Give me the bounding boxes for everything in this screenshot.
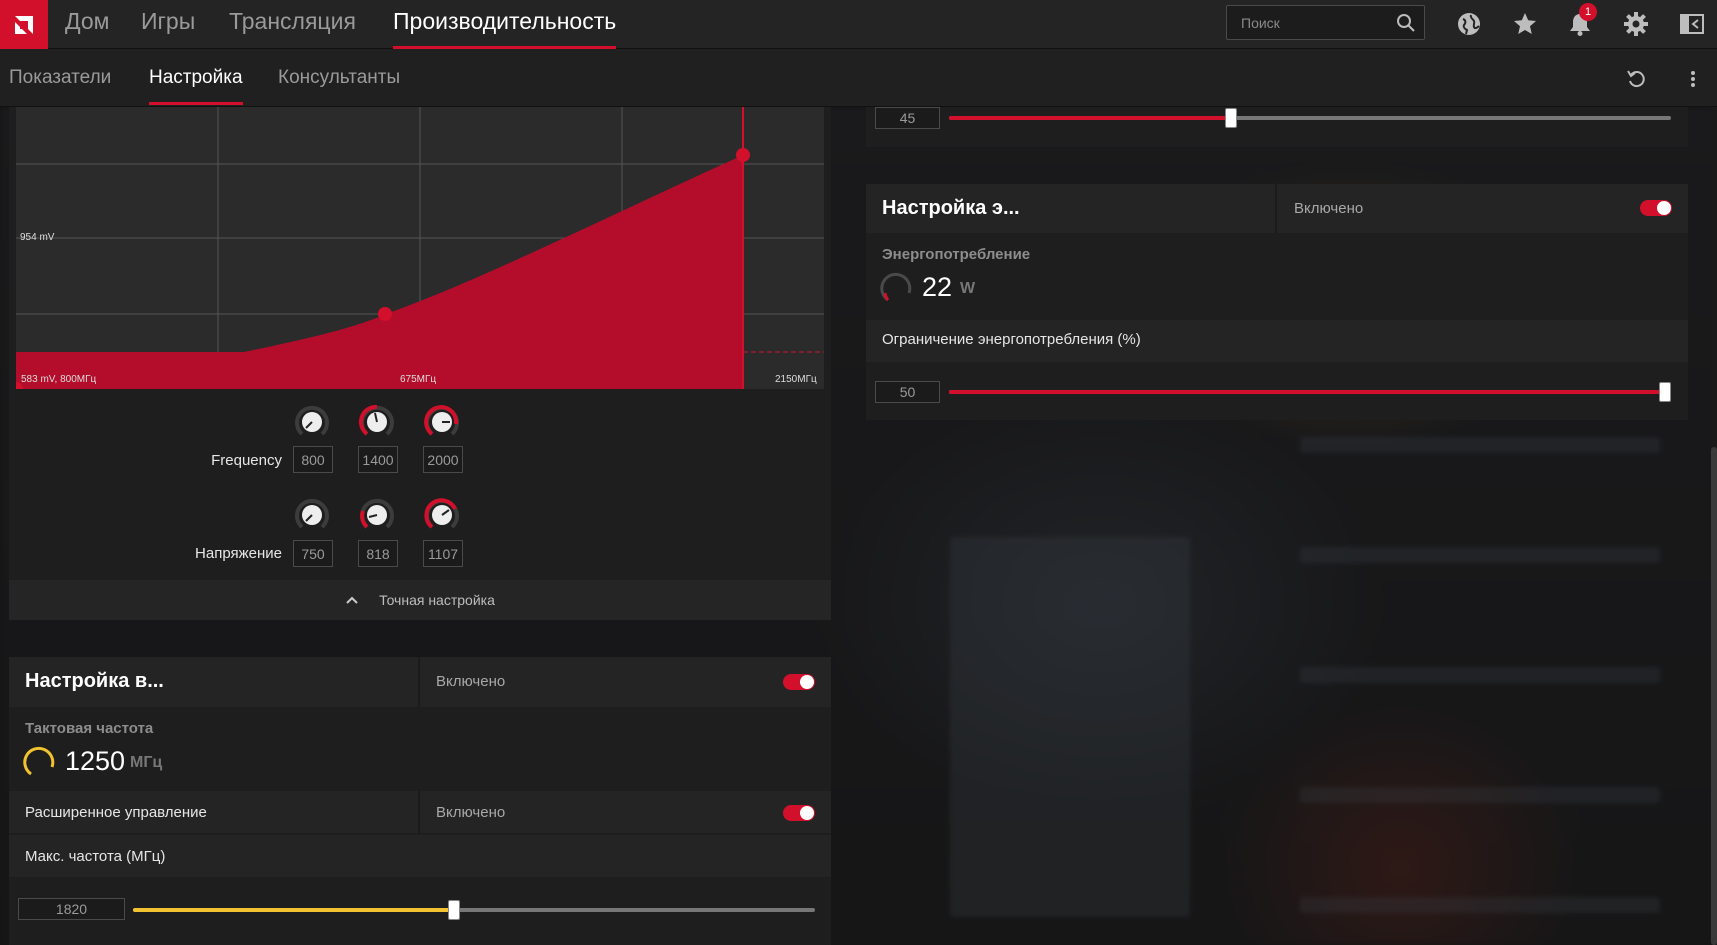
voltage-value-1[interactable]: 750 xyxy=(293,540,333,567)
frequency-knob-3[interactable] xyxy=(422,402,462,442)
scrollbar-thumb[interactable] xyxy=(1711,447,1717,945)
tab-performance[interactable]: Производительность xyxy=(393,8,617,49)
notification-badge: 1 xyxy=(1579,3,1597,21)
max-freq-input[interactable]: 1820 xyxy=(18,898,125,920)
vram-toggle[interactable] xyxy=(783,674,815,690)
curve-point[interactable] xyxy=(378,307,392,321)
y-axis-label: 954 mV xyxy=(20,232,55,243)
more-vertical-icon[interactable] xyxy=(1680,66,1706,92)
power-title: Настройка э... xyxy=(882,197,1020,219)
power-limit-slider-thumb[interactable] xyxy=(1659,382,1671,402)
vram-state: Включено xyxy=(436,673,506,690)
star-icon[interactable] xyxy=(1512,11,1538,37)
sidebar-toggle-icon[interactable] xyxy=(1679,11,1705,37)
power-toggle[interactable] xyxy=(1640,200,1672,216)
gear-icon[interactable] xyxy=(1623,11,1649,37)
power-state: Включено xyxy=(1294,200,1364,217)
power-limit-input[interactable]: 50 xyxy=(875,381,940,403)
power-tuning-panel: Настройка э... Включено Энергопотреблени… xyxy=(866,184,1688,420)
divider xyxy=(1275,184,1277,233)
scrollbar[interactable] xyxy=(1711,107,1717,945)
top-slider-input[interactable]: 45 xyxy=(875,107,940,129)
voltage-value-3[interactable]: 1107 xyxy=(423,540,463,567)
clock-gauge-icon xyxy=(23,746,55,776)
power-limit-label: Ограничение энергопотребления (%) xyxy=(882,331,1141,348)
curve-point[interactable] xyxy=(736,148,750,162)
search-placeholder: Поиск xyxy=(1241,15,1280,31)
frequency-value-2[interactable]: 1400 xyxy=(358,446,398,473)
advanced-label: Расширенное управление xyxy=(25,804,207,821)
chevron-up-icon xyxy=(346,596,358,604)
clock-unit: МГц xyxy=(130,754,163,771)
advanced-state: Включено xyxy=(436,804,506,821)
frequency-label: Frequency xyxy=(211,452,282,469)
voltage-knob-3[interactable] xyxy=(422,495,462,535)
vram-tuning-panel: Настройка в... Включено Тактовая частота… xyxy=(9,657,831,945)
frequency-value-1[interactable]: 800 xyxy=(293,446,333,473)
tab-advisors[interactable]: Консультанты xyxy=(278,67,400,105)
power-consumption-value: 22 xyxy=(922,272,953,302)
search-input[interactable]: Поиск xyxy=(1226,5,1425,40)
divider xyxy=(418,657,420,707)
voltage-value-2[interactable]: 818 xyxy=(358,540,398,567)
sub-navigation-bar: Показатели Настройка Консультанты xyxy=(0,49,1717,107)
frequency-knob-1[interactable] xyxy=(292,402,332,442)
max-freq-slider-thumb[interactable] xyxy=(448,900,460,920)
voltage-knob-2[interactable] xyxy=(357,495,397,535)
x-axis-label-mid: 675МГц xyxy=(400,374,437,385)
power-consumption-unit: W xyxy=(960,280,976,297)
power-limit-slider-fill xyxy=(949,390,1671,394)
fine-tune-label: Точная настройка xyxy=(379,592,495,608)
amd-logo-icon[interactable] xyxy=(0,0,48,49)
top-navigation-bar: Дом Игры Трансляция Производительность П… xyxy=(0,0,1717,49)
globe-icon[interactable] xyxy=(1456,11,1482,37)
vram-title: Настройка в... xyxy=(25,670,164,692)
tab-streaming[interactable]: Трансляция xyxy=(229,8,356,48)
clock-label: Тактовая частота xyxy=(25,720,154,737)
voltage-label: Напряжение xyxy=(195,545,282,562)
x-axis-label-start: 583 mV, 800МГц xyxy=(21,374,97,385)
top-slider-fill xyxy=(949,116,1231,120)
max-freq-label: Макс. частота (МГц) xyxy=(25,848,166,865)
tab-games[interactable]: Игры xyxy=(141,8,195,48)
curve-area xyxy=(16,155,743,389)
tab-tuning[interactable]: Настройка xyxy=(149,67,243,105)
top-slider-panel: 45 xyxy=(866,107,1688,147)
divider xyxy=(418,791,420,833)
advanced-toggle[interactable] xyxy=(783,805,815,821)
max-freq-slider-fill xyxy=(133,908,454,912)
tab-home[interactable]: Дом xyxy=(65,8,109,48)
power-consumption-label: Энергопотребление xyxy=(882,246,1031,263)
top-slider-thumb[interactable] xyxy=(1225,108,1237,128)
frequency-knob-2[interactable] xyxy=(357,402,397,442)
clock-value: 1250 xyxy=(65,746,126,776)
voltage-frequency-chart[interactable]: 954 mV 583 mV, 800МГц 675МГц 2150МГц xyxy=(9,107,824,396)
frequency-value-3[interactable]: 2000 xyxy=(423,446,463,473)
tab-metrics[interactable]: Показатели xyxy=(9,67,111,105)
voltage-curve-panel: 954 mV 583 mV, 800МГц 675МГц 2150МГц Fre… xyxy=(9,107,831,620)
fine-tune-toggle[interactable]: Точная настройка xyxy=(9,580,831,620)
search-icon[interactable] xyxy=(1396,13,1416,38)
voltage-knob-1[interactable] xyxy=(292,495,332,535)
reset-icon[interactable] xyxy=(1623,66,1649,92)
power-gauge-icon xyxy=(880,272,912,302)
x-axis-label-end: 2150МГц xyxy=(775,374,817,385)
